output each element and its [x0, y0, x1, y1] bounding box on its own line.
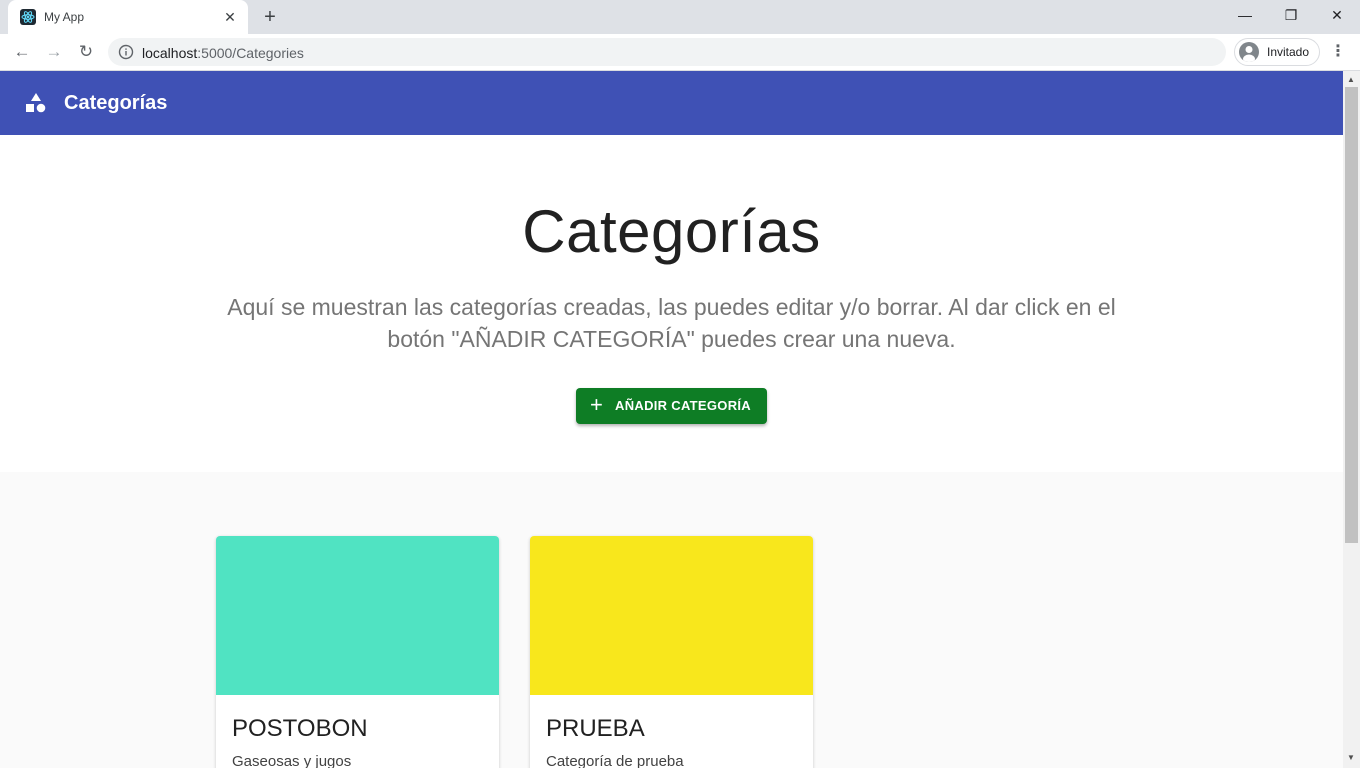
plus-icon: +: [590, 392, 603, 417]
app-bar: Categorías: [0, 71, 1343, 135]
reload-button[interactable]: ↻: [72, 39, 100, 65]
page-description: Aquí se muestran las categorías creadas,…: [227, 294, 1116, 352]
add-category-label: AÑADIR CATEGORÍA: [615, 398, 751, 413]
hero-section: Categorías Aquí se muestran las categorí…: [0, 135, 1343, 472]
avatar-icon: [1239, 42, 1259, 62]
url-path: :5000/Categories: [197, 45, 304, 61]
new-tab-button[interactable]: +: [258, 6, 282, 28]
url-text: localhost:5000/Categories: [142, 45, 304, 61]
category-name: PRUEBA: [546, 715, 645, 742]
category-card[interactable]: PRUEBA Categoría de prueba: [530, 536, 813, 768]
react-favicon-icon: [20, 9, 36, 25]
browser-toolbar: ← → ↻ localhost:5000/Categories Invitado…: [0, 34, 1360, 71]
scroll-down-icon[interactable]: ▼: [1347, 753, 1355, 762]
url-host: localhost: [142, 45, 198, 61]
category-description: Gaseosas y jugos: [232, 753, 352, 768]
category-color-swatch: [216, 536, 499, 695]
scrollbar-thumb[interactable]: [1345, 87, 1358, 543]
browser-menu-icon[interactable]: ⋮: [1328, 39, 1348, 65]
scroll-up-icon[interactable]: ▲: [1347, 75, 1355, 84]
category-description: Categoría de prueba: [546, 753, 684, 768]
restore-button[interactable]: ❐: [1268, 0, 1314, 30]
minimize-button[interactable]: —: [1222, 0, 1268, 30]
info-icon[interactable]: [118, 44, 134, 60]
tab-close-icon[interactable]: ✕: [222, 9, 238, 25]
add-category-button[interactable]: + AÑADIR CATEGORÍA: [576, 388, 767, 424]
browser-tab[interactable]: My App ✕: [8, 0, 248, 34]
category-color-swatch: [530, 536, 813, 695]
forward-button[interactable]: →: [40, 39, 68, 65]
browser-tabstrip: My App ✕ + — ❐ ✕: [0, 0, 1360, 34]
app-bar-title: Categorías: [64, 92, 168, 114]
back-button[interactable]: ←: [8, 39, 36, 65]
page-title: Categorías: [522, 198, 821, 265]
page-viewport: Categorías Categorías Aquí se muestran l…: [0, 71, 1360, 768]
tab-title: My App: [44, 10, 85, 24]
page-scrollbar[interactable]: ▲ ▼: [1343, 71, 1360, 768]
category-shapes-icon: [26, 93, 48, 115]
address-bar[interactable]: localhost:5000/Categories: [108, 38, 1226, 66]
profile-button[interactable]: Invitado: [1234, 38, 1320, 66]
category-card[interactable]: POSTOBON Gaseosas y jugos: [216, 536, 499, 768]
category-name: POSTOBON: [232, 715, 368, 742]
profile-label: Invitado: [1267, 45, 1310, 59]
close-window-button[interactable]: ✕: [1314, 0, 1360, 30]
